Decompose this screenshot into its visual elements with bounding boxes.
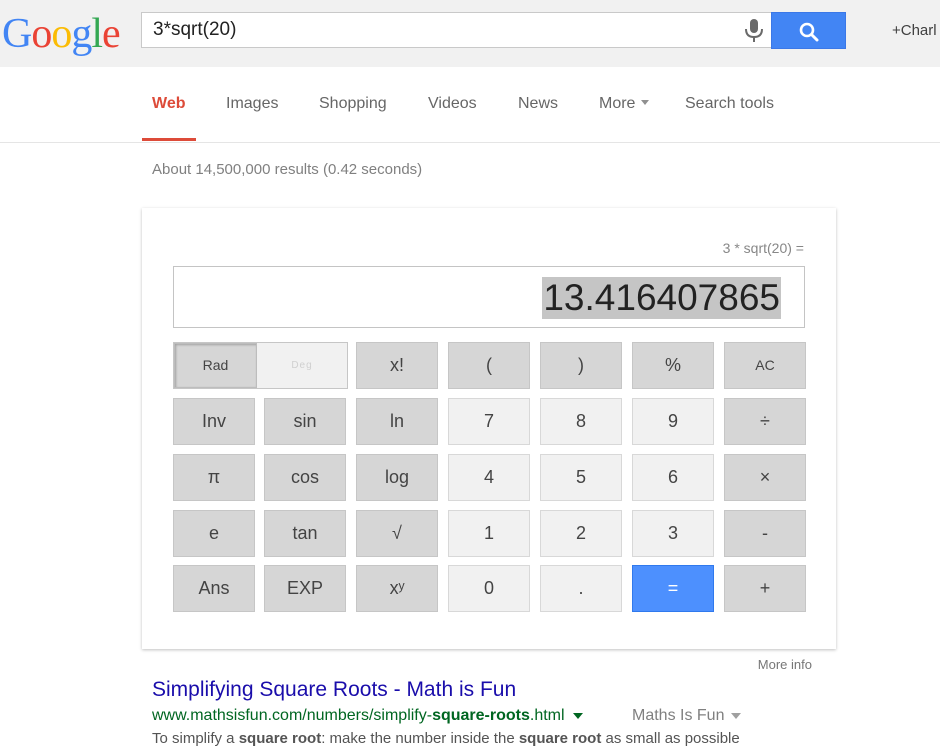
digit-2-button[interactable]: 2: [540, 510, 622, 557]
calc-expression: 3 * sqrt(20) =: [722, 240, 804, 256]
decimal-point-button[interactable]: .: [540, 565, 622, 612]
logo-letter: l: [91, 11, 103, 57]
digit-5-button[interactable]: 5: [540, 454, 622, 501]
tabs-bar: Web Images Shopping Videos News More Sea…: [0, 67, 940, 143]
result-url: www.mathsisfun.com/numbers/simplify-squa…: [152, 707, 583, 725]
snippet-bold: square root: [238, 730, 322, 747]
result-source-label: Maths Is Fun: [632, 707, 725, 724]
divide-button[interactable]: ÷: [724, 398, 806, 445]
equals-button[interactable]: =: [632, 565, 714, 612]
snippet-text: as small as possible: [601, 730, 740, 747]
snippet-bold: square root: [518, 730, 602, 747]
more-info-link[interactable]: More info: [758, 657, 812, 672]
percent-button[interactable]: %: [632, 342, 714, 389]
logo-letter: o: [51, 11, 72, 57]
digit-3-button[interactable]: 3: [632, 510, 714, 557]
tab-more[interactable]: More: [599, 95, 650, 113]
digit-1-button[interactable]: 1: [448, 510, 530, 557]
pi-button[interactable]: π: [173, 454, 255, 501]
logo-letter: o: [31, 11, 52, 57]
result-url-bold: square-roots: [432, 707, 530, 724]
sin-button[interactable]: sin: [264, 398, 346, 445]
search-input[interactable]: [142, 13, 743, 47]
multiply-button[interactable]: ×: [724, 454, 806, 501]
ans-button[interactable]: Ans: [173, 565, 255, 612]
sqrt-button[interactable]: √: [356, 510, 438, 557]
active-tab-indicator: [142, 138, 196, 141]
logo-letter: e: [102, 11, 121, 57]
calc-display: 13.416407865: [173, 266, 805, 328]
e-button[interactable]: e: [173, 510, 255, 557]
digit-9-button[interactable]: 9: [632, 398, 714, 445]
result-title-link[interactable]: Simplifying Square Roots - Math is Fun: [152, 678, 516, 702]
snippet-text: To simplify a: [152, 730, 239, 747]
result-snippet: To simplify a square root: make the numb…: [152, 730, 740, 747]
tab-news[interactable]: News: [518, 95, 558, 113]
exp-button[interactable]: EXP: [264, 565, 346, 612]
digit-8-button[interactable]: 8: [540, 398, 622, 445]
rad-button[interactable]: Rad: [174, 343, 257, 388]
plus-button[interactable]: +: [724, 565, 806, 612]
minus-button[interactable]: -: [724, 510, 806, 557]
calc-result-value[interactable]: 13.416407865: [542, 277, 781, 319]
magnifier-icon: [799, 22, 819, 42]
url-dropdown-icon[interactable]: [572, 712, 583, 719]
cos-button[interactable]: cos: [264, 454, 346, 501]
tab-more-label: More: [599, 95, 636, 112]
user-link[interactable]: +Charl: [892, 22, 937, 39]
result-source: Maths Is Fun: [632, 707, 742, 725]
ln-button[interactable]: ln: [356, 398, 438, 445]
search-button[interactable]: [771, 12, 846, 49]
right-paren-button[interactable]: ): [540, 342, 622, 389]
result-url-suffix: .html: [529, 707, 565, 724]
source-dropdown-icon[interactable]: [731, 712, 742, 719]
power-button[interactable]: xʸ: [356, 565, 438, 612]
snippet-text: : make the number inside the: [321, 730, 519, 747]
angle-mode-toggle: Rad Deg: [173, 342, 348, 389]
tan-button[interactable]: tan: [264, 510, 346, 557]
result-stats: About 14,500,000 results (0.42 seconds): [152, 161, 423, 178]
factorial-button[interactable]: x!: [356, 342, 438, 389]
digit-7-button[interactable]: 7: [448, 398, 530, 445]
tab-videos[interactable]: Videos: [428, 95, 477, 113]
google-logo[interactable]: Google: [2, 9, 121, 59]
digit-4-button[interactable]: 4: [448, 454, 530, 501]
inv-button[interactable]: Inv: [173, 398, 255, 445]
result-url-prefix: www.mathsisfun.com/numbers/simplify-: [152, 707, 433, 724]
chevron-down-icon: [641, 100, 650, 106]
logo-letter: G: [2, 11, 32, 57]
tab-web[interactable]: Web: [152, 95, 185, 113]
calculator-card: 3 * sqrt(20) = 13.416407865 Rad Deg x! (…: [142, 208, 836, 649]
log-button[interactable]: log: [356, 454, 438, 501]
logo-letter: g: [71, 11, 92, 57]
tab-shopping[interactable]: Shopping: [319, 95, 387, 113]
digit-6-button[interactable]: 6: [632, 454, 714, 501]
microphone-icon[interactable]: [742, 18, 766, 44]
digit-0-button[interactable]: 0: [448, 565, 530, 612]
left-paren-button[interactable]: (: [448, 342, 530, 389]
tab-search-tools[interactable]: Search tools: [685, 95, 774, 113]
deg-button[interactable]: Deg: [257, 343, 347, 388]
tab-images[interactable]: Images: [226, 95, 278, 113]
all-clear-button[interactable]: AC: [724, 342, 806, 389]
search-box: [141, 12, 771, 48]
